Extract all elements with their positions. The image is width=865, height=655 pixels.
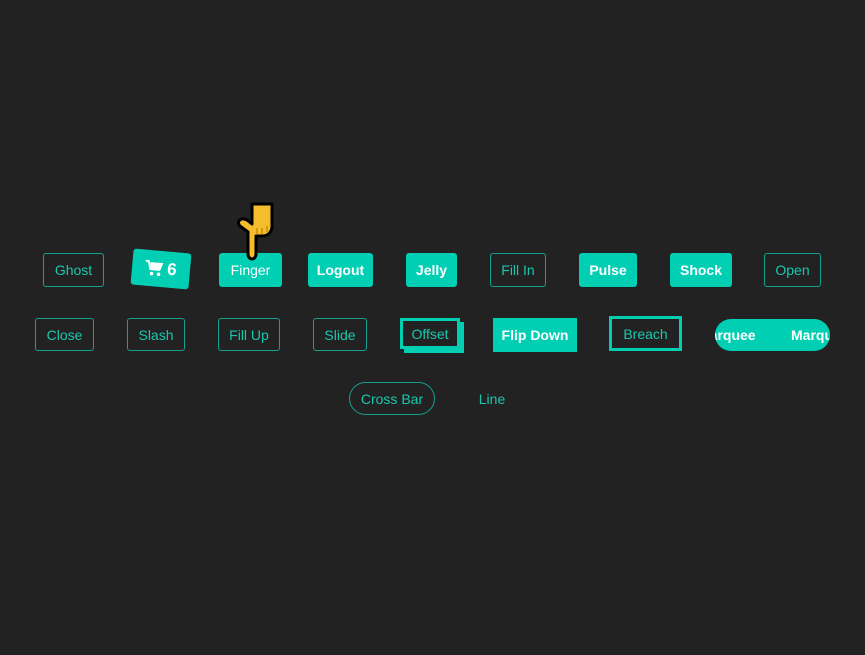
open-button[interactable]: Open <box>764 253 821 287</box>
close-button[interactable]: Close <box>35 318 94 351</box>
marquee-label: Marquee <box>715 327 756 343</box>
shock-label: Shock <box>679 262 722 278</box>
slide-button[interactable]: Slide <box>313 318 367 351</box>
cart-count: 6 <box>166 259 178 280</box>
line-label: Line <box>478 390 506 407</box>
open-label: Open <box>775 262 810 278</box>
cross-bar-label: Cross Bar <box>360 390 424 407</box>
fill-in-button[interactable]: Fill In <box>490 253 546 287</box>
marquee-button[interactable]: Marquee Marquee <box>715 319 830 351</box>
slash-label: Slash <box>138 326 174 343</box>
slash-button[interactable]: Slash <box>127 318 185 351</box>
breach-button[interactable]: Breach <box>609 316 682 351</box>
cross-bar-button[interactable]: Cross Bar <box>349 382 435 415</box>
breach-label: Breach <box>623 325 668 342</box>
pulse-label: Pulse <box>589 262 627 278</box>
logout-label: Logout <box>316 262 365 278</box>
fill-in-label: Fill In <box>501 262 535 278</box>
logout-button[interactable]: Logout <box>308 253 373 287</box>
cart-icon <box>145 259 164 278</box>
pointing-hand-cursor-icon <box>232 202 276 262</box>
fill-up-label: Fill Up <box>229 326 269 343</box>
ghost-button[interactable]: Ghost <box>43 253 104 287</box>
offset-label: Offset <box>411 325 449 342</box>
flip-down-button[interactable]: Flip Down <box>493 318 577 352</box>
cart-button[interactable]: 6 <box>130 248 192 290</box>
fill-up-button[interactable]: Fill Up <box>218 318 280 351</box>
line-button[interactable]: Line <box>472 382 512 415</box>
ghost-label: Ghost <box>54 262 93 278</box>
finger-label: Finger <box>230 262 271 278</box>
flip-down-label: Flip Down <box>501 327 569 343</box>
slide-label: Slide <box>324 326 356 343</box>
jelly-button[interactable]: Jelly <box>406 253 457 287</box>
pulse-button[interactable]: Pulse <box>579 253 637 287</box>
shock-button[interactable]: Shock <box>670 253 732 287</box>
offset-button[interactable]: Offset <box>400 318 460 349</box>
close-label: Close <box>46 326 83 343</box>
marquee-label-repeat: Marquee <box>791 327 830 343</box>
jelly-label: Jelly <box>415 262 448 278</box>
